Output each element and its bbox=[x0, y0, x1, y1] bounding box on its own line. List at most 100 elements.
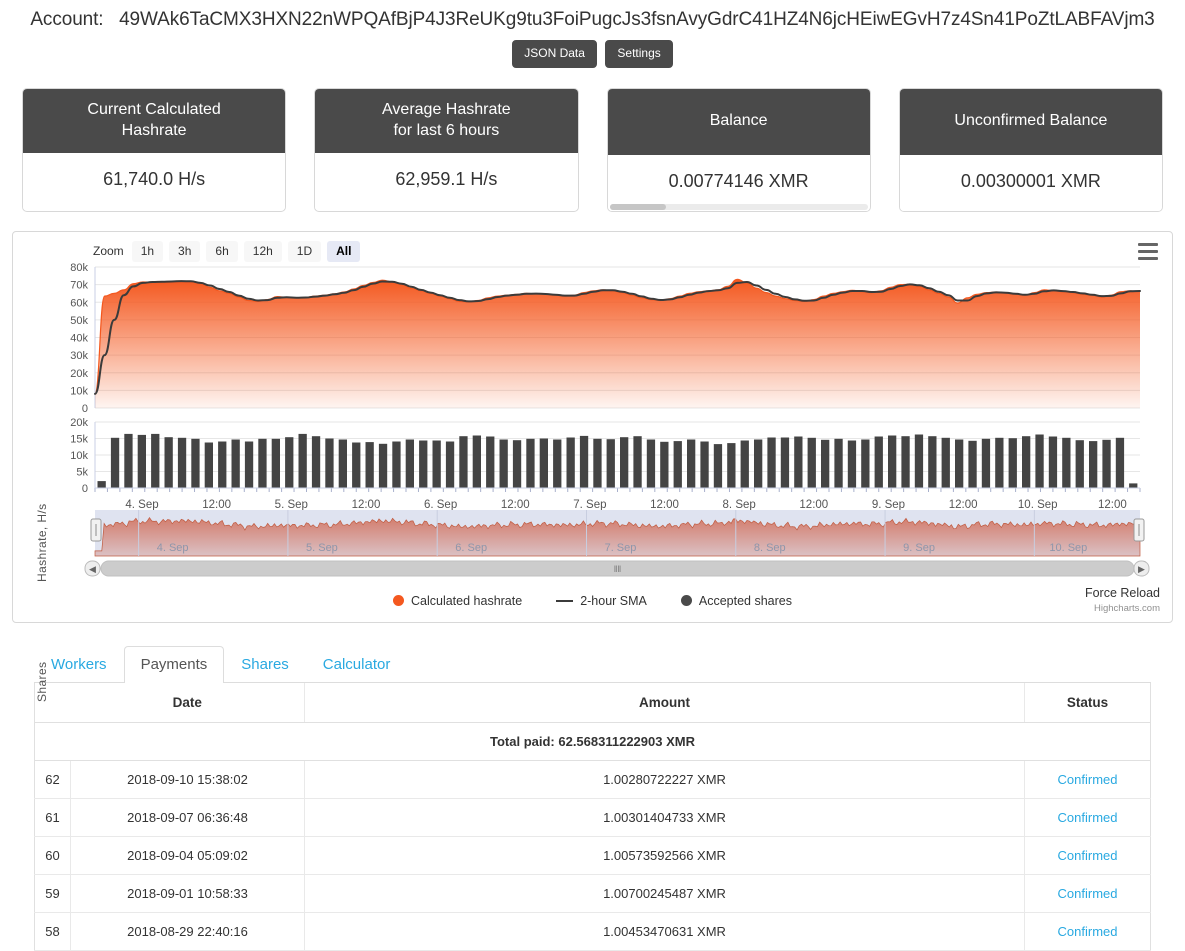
svg-text:4. Sep: 4. Sep bbox=[157, 542, 189, 554]
svg-text:80k: 80k bbox=[70, 262, 88, 274]
svg-text:60k: 60k bbox=[70, 297, 88, 309]
row-index: 60 bbox=[34, 836, 71, 875]
stat-card-title-line1: Unconfirmed Balance bbox=[954, 112, 1108, 130]
svg-text:‖‖: ‖‖ bbox=[614, 564, 621, 574]
svg-text:8. Sep: 8. Sep bbox=[754, 542, 786, 554]
svg-text:▶: ▶ bbox=[1138, 564, 1145, 574]
svg-text:12:00: 12:00 bbox=[202, 499, 231, 511]
svg-text:12:00: 12:00 bbox=[352, 499, 381, 511]
svg-text:10k: 10k bbox=[70, 450, 88, 462]
payments-table-body: 62 2018-09-10 15:38:02 1.00280722227 XMR… bbox=[34, 760, 1151, 951]
account-header: Account: 49WAk6TaCMX3HXN22nWPQAfBjP4J3Re… bbox=[0, 0, 1185, 31]
svg-text:10k: 10k bbox=[70, 385, 88, 397]
stat-card-title-line1: Current Calculated bbox=[87, 101, 221, 119]
svg-text:40k: 40k bbox=[70, 332, 88, 344]
row-amount: 1.00453470631 XMR bbox=[304, 912, 1025, 951]
row-amount: 1.00573592566 XMR bbox=[304, 836, 1025, 875]
svg-text:12:00: 12:00 bbox=[949, 499, 978, 511]
svg-text:10. Sep: 10. Sep bbox=[1049, 542, 1087, 554]
svg-text:7. Sep: 7. Sep bbox=[573, 499, 606, 511]
table-row: 62 2018-09-10 15:38:02 1.00280722227 XMR… bbox=[34, 760, 1151, 799]
row-index: 61 bbox=[34, 798, 71, 837]
chart-legend: Calculated hashrate 2-hour SMA Accepted … bbox=[13, 594, 1172, 608]
stat-card-balance: Balance 0.00774146 XMR bbox=[606, 88, 871, 212]
force-reload-link[interactable]: Force Reload bbox=[1085, 586, 1160, 600]
svg-text:9. Sep: 9. Sep bbox=[903, 542, 935, 554]
tab-payments[interactable]: Payments bbox=[123, 645, 225, 683]
row-status-link[interactable]: Confirmed bbox=[1058, 886, 1118, 901]
svg-text:10. Sep: 10. Sep bbox=[1018, 499, 1058, 511]
svg-text:12:00: 12:00 bbox=[1098, 499, 1127, 511]
tab-shares[interactable]: Shares bbox=[224, 646, 306, 683]
column-header-amount[interactable]: Amount bbox=[304, 682, 1025, 723]
stat-card-title-line2: Hashrate bbox=[121, 121, 187, 139]
svg-text:12:00: 12:00 bbox=[799, 499, 828, 511]
row-amount: 1.00280722227 XMR bbox=[304, 760, 1025, 799]
svg-text:◀: ◀ bbox=[89, 564, 96, 574]
row-index: 58 bbox=[34, 912, 71, 951]
row-date: 2018-08-29 22:40:16 bbox=[70, 912, 305, 951]
row-status-link[interactable]: Confirmed bbox=[1058, 848, 1118, 863]
stat-card-value: 61,740.0 H/s bbox=[23, 153, 286, 210]
svg-text:5k: 5k bbox=[76, 466, 88, 478]
svg-text:70k: 70k bbox=[70, 279, 88, 291]
chart-plot-area[interactable]: 0 10k 20k 30k 40k 50k 60k 70k 80k 0 5k 10k 15k 20k 4. … bbox=[13, 232, 1172, 582]
header-button-row: JSON Data Settings bbox=[0, 40, 1185, 69]
hashrate-chart-panel: Zoom 1h 3h 6h 12h 1D All Hashrate, H/s S… bbox=[12, 230, 1173, 702]
row-status-link[interactable]: Confirmed bbox=[1058, 924, 1118, 939]
table-row: 58 2018-08-29 22:40:16 1.00453470631 XMR… bbox=[34, 912, 1151, 951]
svg-text:50k: 50k bbox=[70, 315, 88, 327]
svg-text:20k: 20k bbox=[70, 417, 88, 429]
tab-calculator[interactable]: Calculator bbox=[306, 646, 408, 683]
table-row: 60 2018-09-04 05:09:02 1.00573592566 XMR… bbox=[34, 836, 1151, 875]
stat-card-title-line1: Balance bbox=[709, 112, 768, 130]
stat-card-average-hashrate: Average Hashrate for last 6 hours 62,959… bbox=[314, 88, 579, 212]
svg-text:5. Sep: 5. Sep bbox=[275, 499, 308, 511]
svg-text:6. Sep: 6. Sep bbox=[455, 542, 487, 554]
row-amount: 1.00301404733 XMR bbox=[304, 798, 1025, 837]
stat-card-value: 0.00300001 XMR bbox=[899, 154, 1162, 211]
legend-item-sma[interactable]: 2-hour SMA bbox=[556, 594, 647, 608]
column-header-date[interactable]: Date bbox=[70, 682, 305, 723]
stat-card-value: 0.00774146 XMR bbox=[607, 154, 870, 211]
stat-card-value: 62,959.1 H/s bbox=[315, 153, 578, 210]
settings-button[interactable]: Settings bbox=[605, 40, 673, 69]
svg-text:15k: 15k bbox=[70, 433, 88, 445]
stat-card-title: Balance bbox=[607, 89, 870, 155]
svg-text:7. Sep: 7. Sep bbox=[605, 542, 637, 554]
stat-card-title-line1: Average Hashrate bbox=[382, 101, 511, 119]
row-date: 2018-09-10 15:38:02 bbox=[70, 760, 305, 799]
row-index: 62 bbox=[34, 760, 71, 799]
svg-text:0: 0 bbox=[82, 483, 88, 495]
balance-card-scrollbar[interactable] bbox=[609, 203, 868, 210]
legend-item-accepted-shares[interactable]: Accepted shares bbox=[680, 594, 792, 608]
legend-item-calculated-hashrate[interactable]: Calculated hashrate bbox=[393, 594, 522, 608]
row-index: 59 bbox=[34, 874, 71, 913]
legend-label: Calculated hashrate bbox=[411, 593, 523, 608]
total-paid-label: Total paid: 62.568311222903 XMR bbox=[34, 722, 1151, 761]
column-header-status[interactable]: Status bbox=[1024, 682, 1151, 723]
legend-marker-dot bbox=[680, 595, 692, 607]
svg-text:5. Sep: 5. Sep bbox=[306, 542, 338, 554]
highcharts-credit[interactable]: Highcharts.com bbox=[1094, 603, 1160, 614]
stat-cards: Current Calculated Hashrate 61,740.0 H/s… bbox=[0, 68, 1185, 212]
svg-text:4. Sep: 4. Sep bbox=[125, 499, 158, 511]
row-status-link[interactable]: Confirmed bbox=[1058, 810, 1118, 825]
account-address: 49WAk6TaCMX3HXN22nWPQAfBjP4J3ReUKg9tu3Fo… bbox=[119, 9, 1155, 30]
row-status-link[interactable]: Confirmed bbox=[1058, 772, 1118, 787]
payments-table-header-row: Date Amount Status bbox=[34, 682, 1151, 723]
json-data-button[interactable]: JSON Data bbox=[512, 40, 597, 69]
stat-card-title: Unconfirmed Balance bbox=[899, 89, 1162, 155]
tab-bar: Workers Payments Shares Calculator bbox=[34, 645, 1151, 683]
stat-card-current-hashrate: Current Calculated Hashrate 61,740.0 H/s bbox=[22, 88, 287, 212]
svg-text:8. Sep: 8. Sep bbox=[723, 499, 756, 511]
stat-card-unconfirmed-balance: Unconfirmed Balance 0.00300001 XMR bbox=[898, 88, 1163, 212]
svg-text:30k: 30k bbox=[70, 350, 88, 362]
legend-marker-dot bbox=[393, 595, 404, 607]
svg-text:12:00: 12:00 bbox=[501, 499, 530, 511]
row-date: 2018-09-07 06:36:48 bbox=[70, 798, 305, 837]
svg-text:20k: 20k bbox=[70, 367, 88, 379]
account-label: Account: bbox=[30, 9, 104, 30]
stat-card-title-line2: for last 6 hours bbox=[393, 121, 500, 139]
table-row: 61 2018-09-07 06:36:48 1.00301404733 XMR… bbox=[34, 798, 1151, 837]
